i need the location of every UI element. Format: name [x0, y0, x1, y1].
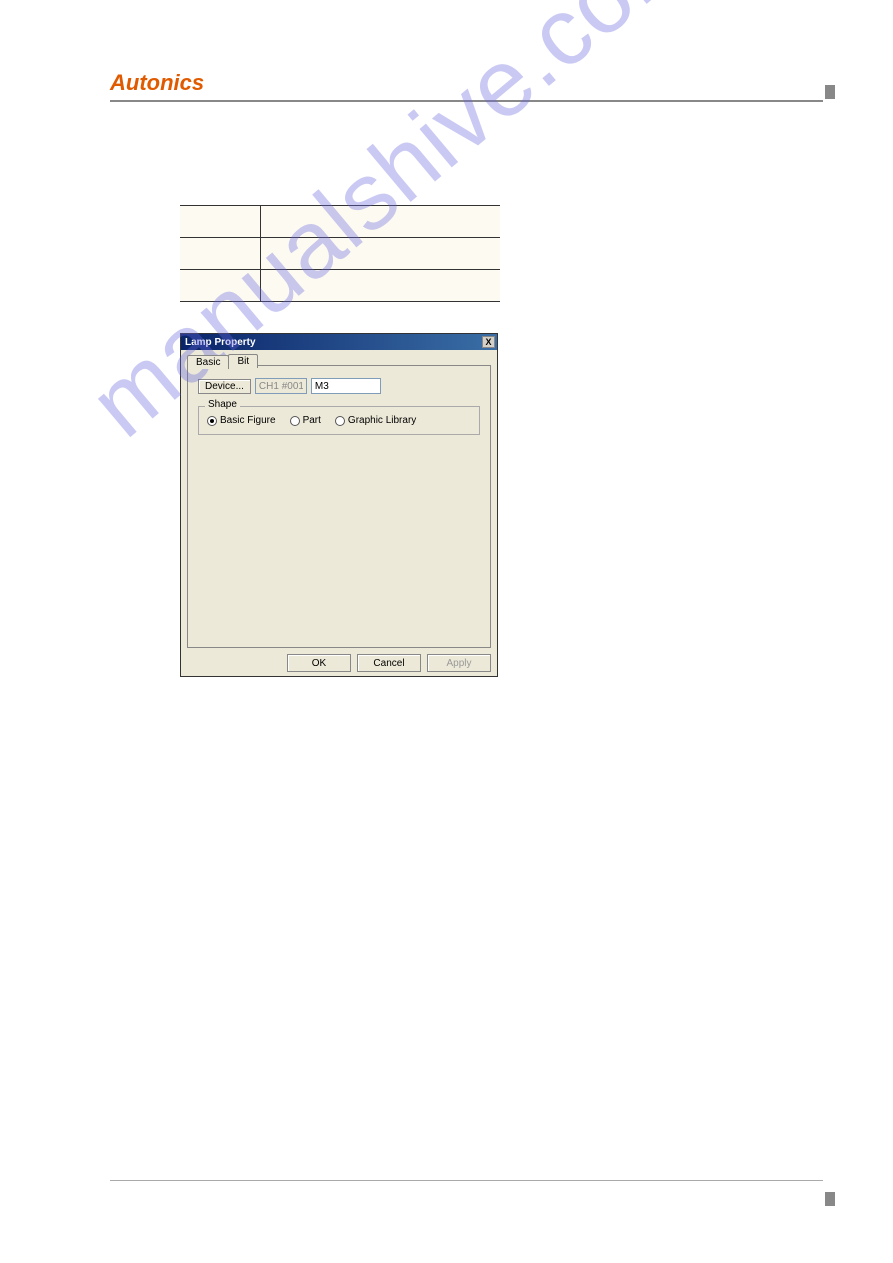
device-button[interactable]: Device... — [198, 379, 251, 394]
shape-group: Shape Basic Figure Part Graphic Library — [198, 406, 480, 435]
radio-icon — [335, 416, 345, 426]
tab-basic[interactable]: Basic — [187, 355, 229, 369]
device-row: Device... — [198, 378, 480, 394]
close-icon[interactable]: X — [482, 336, 495, 348]
lamp-property-dialog: Lamp Property X Basic Bit Device... Shap… — [180, 333, 498, 677]
table-row — [180, 270, 500, 302]
tab-panel: Device... Shape Basic Figure Part Graphi… — [187, 365, 491, 648]
dialog-button-row: OK Cancel Apply — [287, 654, 491, 672]
radio-part[interactable]: Part — [290, 415, 321, 426]
shape-radio-row: Basic Figure Part Graphic Library — [207, 415, 471, 426]
page-header: Autonics — [110, 70, 823, 102]
footer-marker — [825, 1192, 835, 1206]
tab-row: Basic Bit — [187, 354, 497, 368]
apply-button[interactable]: Apply — [427, 654, 491, 672]
radio-graphic-library[interactable]: Graphic Library — [335, 415, 416, 426]
table-row — [180, 206, 500, 238]
radio-basic-figure[interactable]: Basic Figure — [207, 415, 276, 426]
spec-table — [180, 205, 500, 302]
radio-label: Graphic Library — [348, 415, 416, 426]
radio-label: Part — [303, 415, 321, 426]
radio-icon — [207, 416, 217, 426]
footer-divider — [110, 1180, 823, 1181]
ok-button[interactable]: OK — [287, 654, 351, 672]
radio-label: Basic Figure — [220, 415, 276, 426]
device-channel-field — [255, 378, 307, 394]
shape-group-label: Shape — [205, 399, 240, 410]
dialog-titlebar[interactable]: Lamp Property X — [181, 334, 497, 350]
dialog-title: Lamp Property — [185, 337, 256, 348]
cancel-button[interactable]: Cancel — [357, 654, 421, 672]
header-marker — [825, 85, 835, 99]
radio-icon — [290, 416, 300, 426]
table-row — [180, 238, 500, 270]
brand-logo: Autonics — [110, 70, 204, 95]
device-value-field[interactable] — [311, 378, 381, 394]
tab-bit[interactable]: Bit — [228, 354, 258, 368]
